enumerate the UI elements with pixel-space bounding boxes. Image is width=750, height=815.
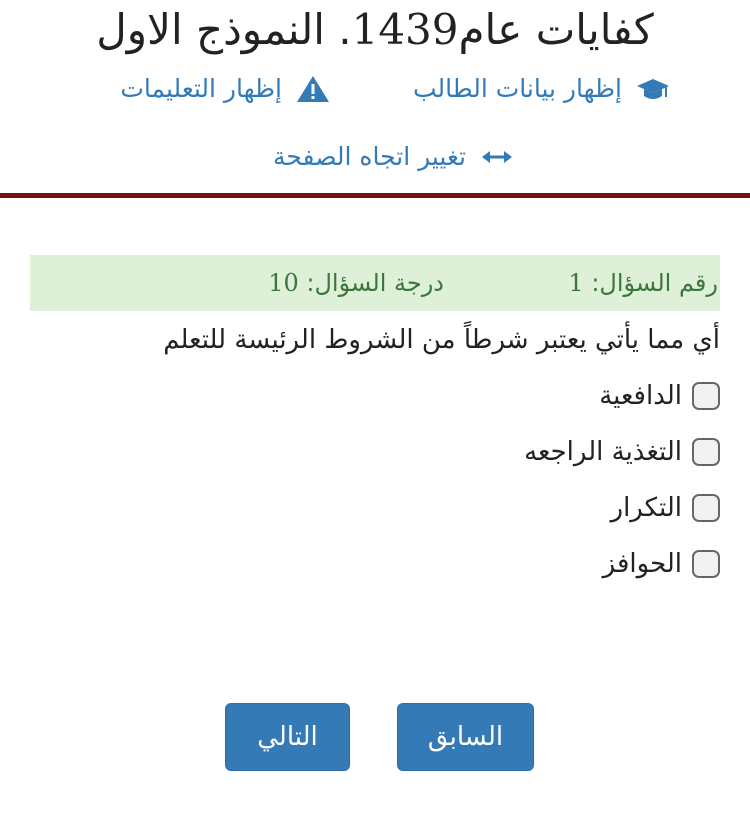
title-year: 1439: [351, 5, 459, 54]
show-instructions-label: إظهار التعليمات: [120, 74, 282, 103]
answer-checkbox[interactable]: [692, 550, 720, 578]
question-score-value: 10: [268, 269, 299, 297]
answer-option[interactable]: التكرار: [611, 490, 720, 526]
answer-checkbox[interactable]: [692, 438, 720, 466]
answer-checkbox[interactable]: [692, 494, 720, 522]
answer-checkbox[interactable]: [692, 382, 720, 410]
answer-option-label: التغذية الراجعه: [524, 437, 682, 467]
answer-option[interactable]: الدافعية: [599, 378, 720, 414]
change-page-direction-label: تغيير اتجاه الصفحة: [273, 142, 466, 171]
arrows-horizontal-icon: [480, 142, 514, 172]
title-suffix: . النموذج الاول: [96, 5, 352, 54]
answer-option-label: الدافعية: [599, 381, 682, 411]
question-score: درجة السؤال: 10: [268, 255, 444, 311]
answer-option[interactable]: الحوافز: [603, 546, 720, 582]
graduation-cap-icon: [636, 74, 670, 104]
question-number-label: رقم السؤال:: [591, 269, 718, 297]
header-divider: [0, 193, 750, 198]
page-title: كفايات عام1439. النموذج الاول: [0, 2, 750, 58]
title-prefix: كفايات عام: [458, 5, 654, 54]
warning-icon: [296, 74, 330, 104]
question-number-value: 1: [568, 269, 584, 297]
next-button[interactable]: التالي: [225, 703, 350, 771]
previous-button[interactable]: السابق: [397, 703, 534, 771]
question-text: أي مما يأتي يعتبر شرطاً من الشروط الرئيس…: [163, 325, 720, 355]
question-number: رقم السؤال: 1: [568, 255, 718, 311]
question-info-bar: رقم السؤال: 1 درجة السؤال: 10: [30, 255, 720, 311]
show-student-data-label: إظهار بيانات الطالب: [412, 74, 622, 103]
question-score-label: درجة السؤال:: [306, 269, 444, 297]
answer-option-label: الحوافز: [602, 549, 682, 579]
answer-option-label: التكرار: [610, 493, 682, 523]
change-page-direction-link[interactable]: تغيير اتجاه الصفحة: [273, 140, 514, 174]
show-instructions-link[interactable]: إظهار التعليمات: [120, 72, 330, 106]
answer-option[interactable]: التغذية الراجعه: [524, 434, 720, 470]
show-student-data-link[interactable]: إظهار بيانات الطالب: [413, 72, 670, 106]
